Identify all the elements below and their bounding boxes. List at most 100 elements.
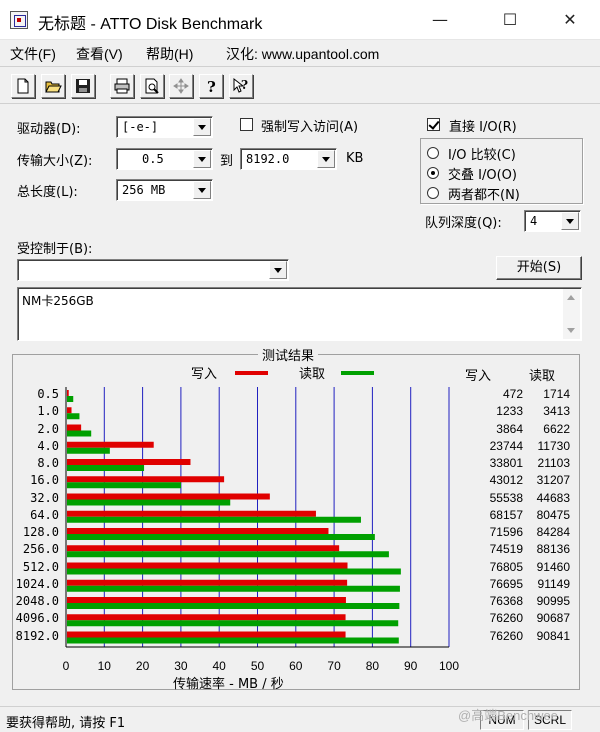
queue-depth-select[interactable]: 4 <box>524 210 581 232</box>
total-length-label: 总长度(L): <box>17 185 78 200</box>
write-bar <box>67 441 154 448</box>
scroll-up-icon <box>567 295 575 300</box>
io-compare-radio[interactable] <box>427 147 439 159</box>
move-button[interactable] <box>169 74 193 98</box>
svg-text:?: ? <box>207 78 216 95</box>
read-bar <box>67 516 361 523</box>
read-value: 90687 <box>536 611 570 626</box>
y-tick-label: 64.0 <box>30 507 59 522</box>
new-document-icon <box>17 78 29 94</box>
overlapped-io-radio[interactable] <box>427 167 439 179</box>
write-bar <box>67 476 225 483</box>
y-tick-label: 256.0 <box>22 542 59 557</box>
maximize-button[interactable]: ☐ <box>487 0 533 40</box>
read-bar <box>67 396 74 402</box>
y-tick-label: 8.0 <box>37 456 59 470</box>
read-bar <box>67 447 110 454</box>
toolbar: ? ? <box>0 66 600 104</box>
menu-file[interactable]: 文件(F) <box>10 44 56 64</box>
title-bar: 无标题 - ATTO Disk Benchmark — ☐ ✕ <box>0 0 600 40</box>
transfer-to-select[interactable]: 8192.0 <box>240 148 337 170</box>
results-group: 测试结果 写入 读取 写入 读取 0 10 20 30 40 50 60 70 80 90 100 0… <box>12 345 580 692</box>
chevron-down-icon <box>193 118 211 136</box>
write-bar <box>67 528 329 534</box>
write-bar <box>67 493 270 500</box>
total-length-select[interactable]: 256 MB <box>116 179 213 201</box>
transfer-from-select[interactable]: 0.5 <box>116 148 213 170</box>
start-button[interactable]: 开始(S) <box>496 256 582 280</box>
read-bar <box>67 551 389 558</box>
write-bar <box>67 631 346 638</box>
x-tick-label: 40 <box>212 659 226 673</box>
y-tick-label: 16.0 <box>30 473 59 488</box>
drive-select[interactable]: [-e-] <box>116 116 213 138</box>
status-help-text: 要获得帮助, 请按 F1 <box>6 716 126 731</box>
context-help-button[interactable]: ? <box>229 74 253 98</box>
new-button[interactable] <box>11 74 35 98</box>
read-value: 21103 <box>537 456 570 470</box>
x-tick-label: 20 <box>135 659 150 673</box>
menu-bar: 文件(F) 查看(V) 帮助(H) 汉化: www.upantool.com <box>0 40 600 66</box>
force-write-checkbox[interactable] <box>240 118 253 131</box>
drive-label: 驱动器(D): <box>17 122 81 137</box>
read-value: 3413 <box>543 404 570 419</box>
read-bar <box>67 620 399 627</box>
x-tick-label: 0 <box>62 659 70 673</box>
write-value: 74519 <box>489 542 523 557</box>
read-bar <box>67 585 400 592</box>
queue-depth-label: 队列深度(Q): <box>425 216 502 231</box>
write-bar <box>67 562 348 569</box>
print-icon <box>114 78 130 94</box>
neither-radio[interactable] <box>427 187 439 199</box>
main-panel: 驱动器(D): [-e-] 强制写入访问(A) 直接 I/O(R) 传输大小(Z… <box>0 104 600 706</box>
chevron-down-icon <box>193 181 211 199</box>
save-button[interactable] <box>71 74 95 98</box>
controlled-by-select[interactable] <box>17 259 289 281</box>
menu-localized-credit[interactable]: 汉化: www.upantool.com <box>226 44 379 64</box>
close-button[interactable]: ✕ <box>547 0 593 40</box>
help-button[interactable]: ? <box>199 74 223 98</box>
transfer-size-label: 传输大小(Z): <box>17 154 93 169</box>
description-text: NM卡256GB <box>22 294 94 308</box>
app-icon <box>10 11 28 29</box>
chevron-down-icon <box>193 150 211 168</box>
y-tick-label: 8192.0 <box>15 628 59 643</box>
read-value: 1714 <box>543 387 570 401</box>
description-scrollbar[interactable] <box>563 289 580 339</box>
description-textarea[interactable]: NM卡256GB <box>17 287 582 341</box>
y-tick-label: 4096.0 <box>15 611 59 626</box>
write-value: 1233 <box>496 404 523 419</box>
minimize-button[interactable]: — <box>417 0 463 40</box>
print-preview-icon <box>145 78 159 94</box>
write-value: 76805 <box>489 559 523 574</box>
write-value: 43012 <box>489 473 523 488</box>
neither-label: 两者都不(N) <box>448 188 520 203</box>
write-bar <box>67 459 191 465</box>
menu-help[interactable]: 帮助(H) <box>146 44 193 64</box>
open-button[interactable] <box>41 74 65 98</box>
write-value: 76260 <box>489 611 523 626</box>
y-tick-label: 32.0 <box>30 490 59 505</box>
chevron-down-icon <box>269 261 287 279</box>
read-value: 91149 <box>537 576 570 591</box>
y-tick-label: 1024.0 <box>15 576 59 591</box>
read-value: 91460 <box>536 559 570 574</box>
direct-io-label: 直接 I/O(R) <box>449 120 517 135</box>
controlled-by-label: 受控制于(B): <box>17 242 93 257</box>
read-value: 31207 <box>536 473 570 488</box>
write-bar <box>67 614 346 621</box>
x-tick-label: 70 <box>327 659 341 673</box>
menu-view[interactable]: 查看(V) <box>76 44 123 64</box>
x-tick-label: 100 <box>438 659 460 673</box>
write-value: 76368 <box>489 594 523 608</box>
window-title: 无标题 - ATTO Disk Benchmark <box>38 16 263 33</box>
overlapped-io-label: 交叠 I/O(O) <box>448 168 517 183</box>
read-bar <box>67 430 92 437</box>
x-tick-label: 90 <box>404 659 418 673</box>
read-bar <box>67 568 401 575</box>
print-preview-button[interactable] <box>140 74 164 98</box>
transfer-to-value: 8192.0 <box>246 152 290 166</box>
direct-io-checkbox[interactable] <box>427 118 440 131</box>
print-button[interactable] <box>110 74 134 98</box>
read-value: 84284 <box>536 525 570 539</box>
